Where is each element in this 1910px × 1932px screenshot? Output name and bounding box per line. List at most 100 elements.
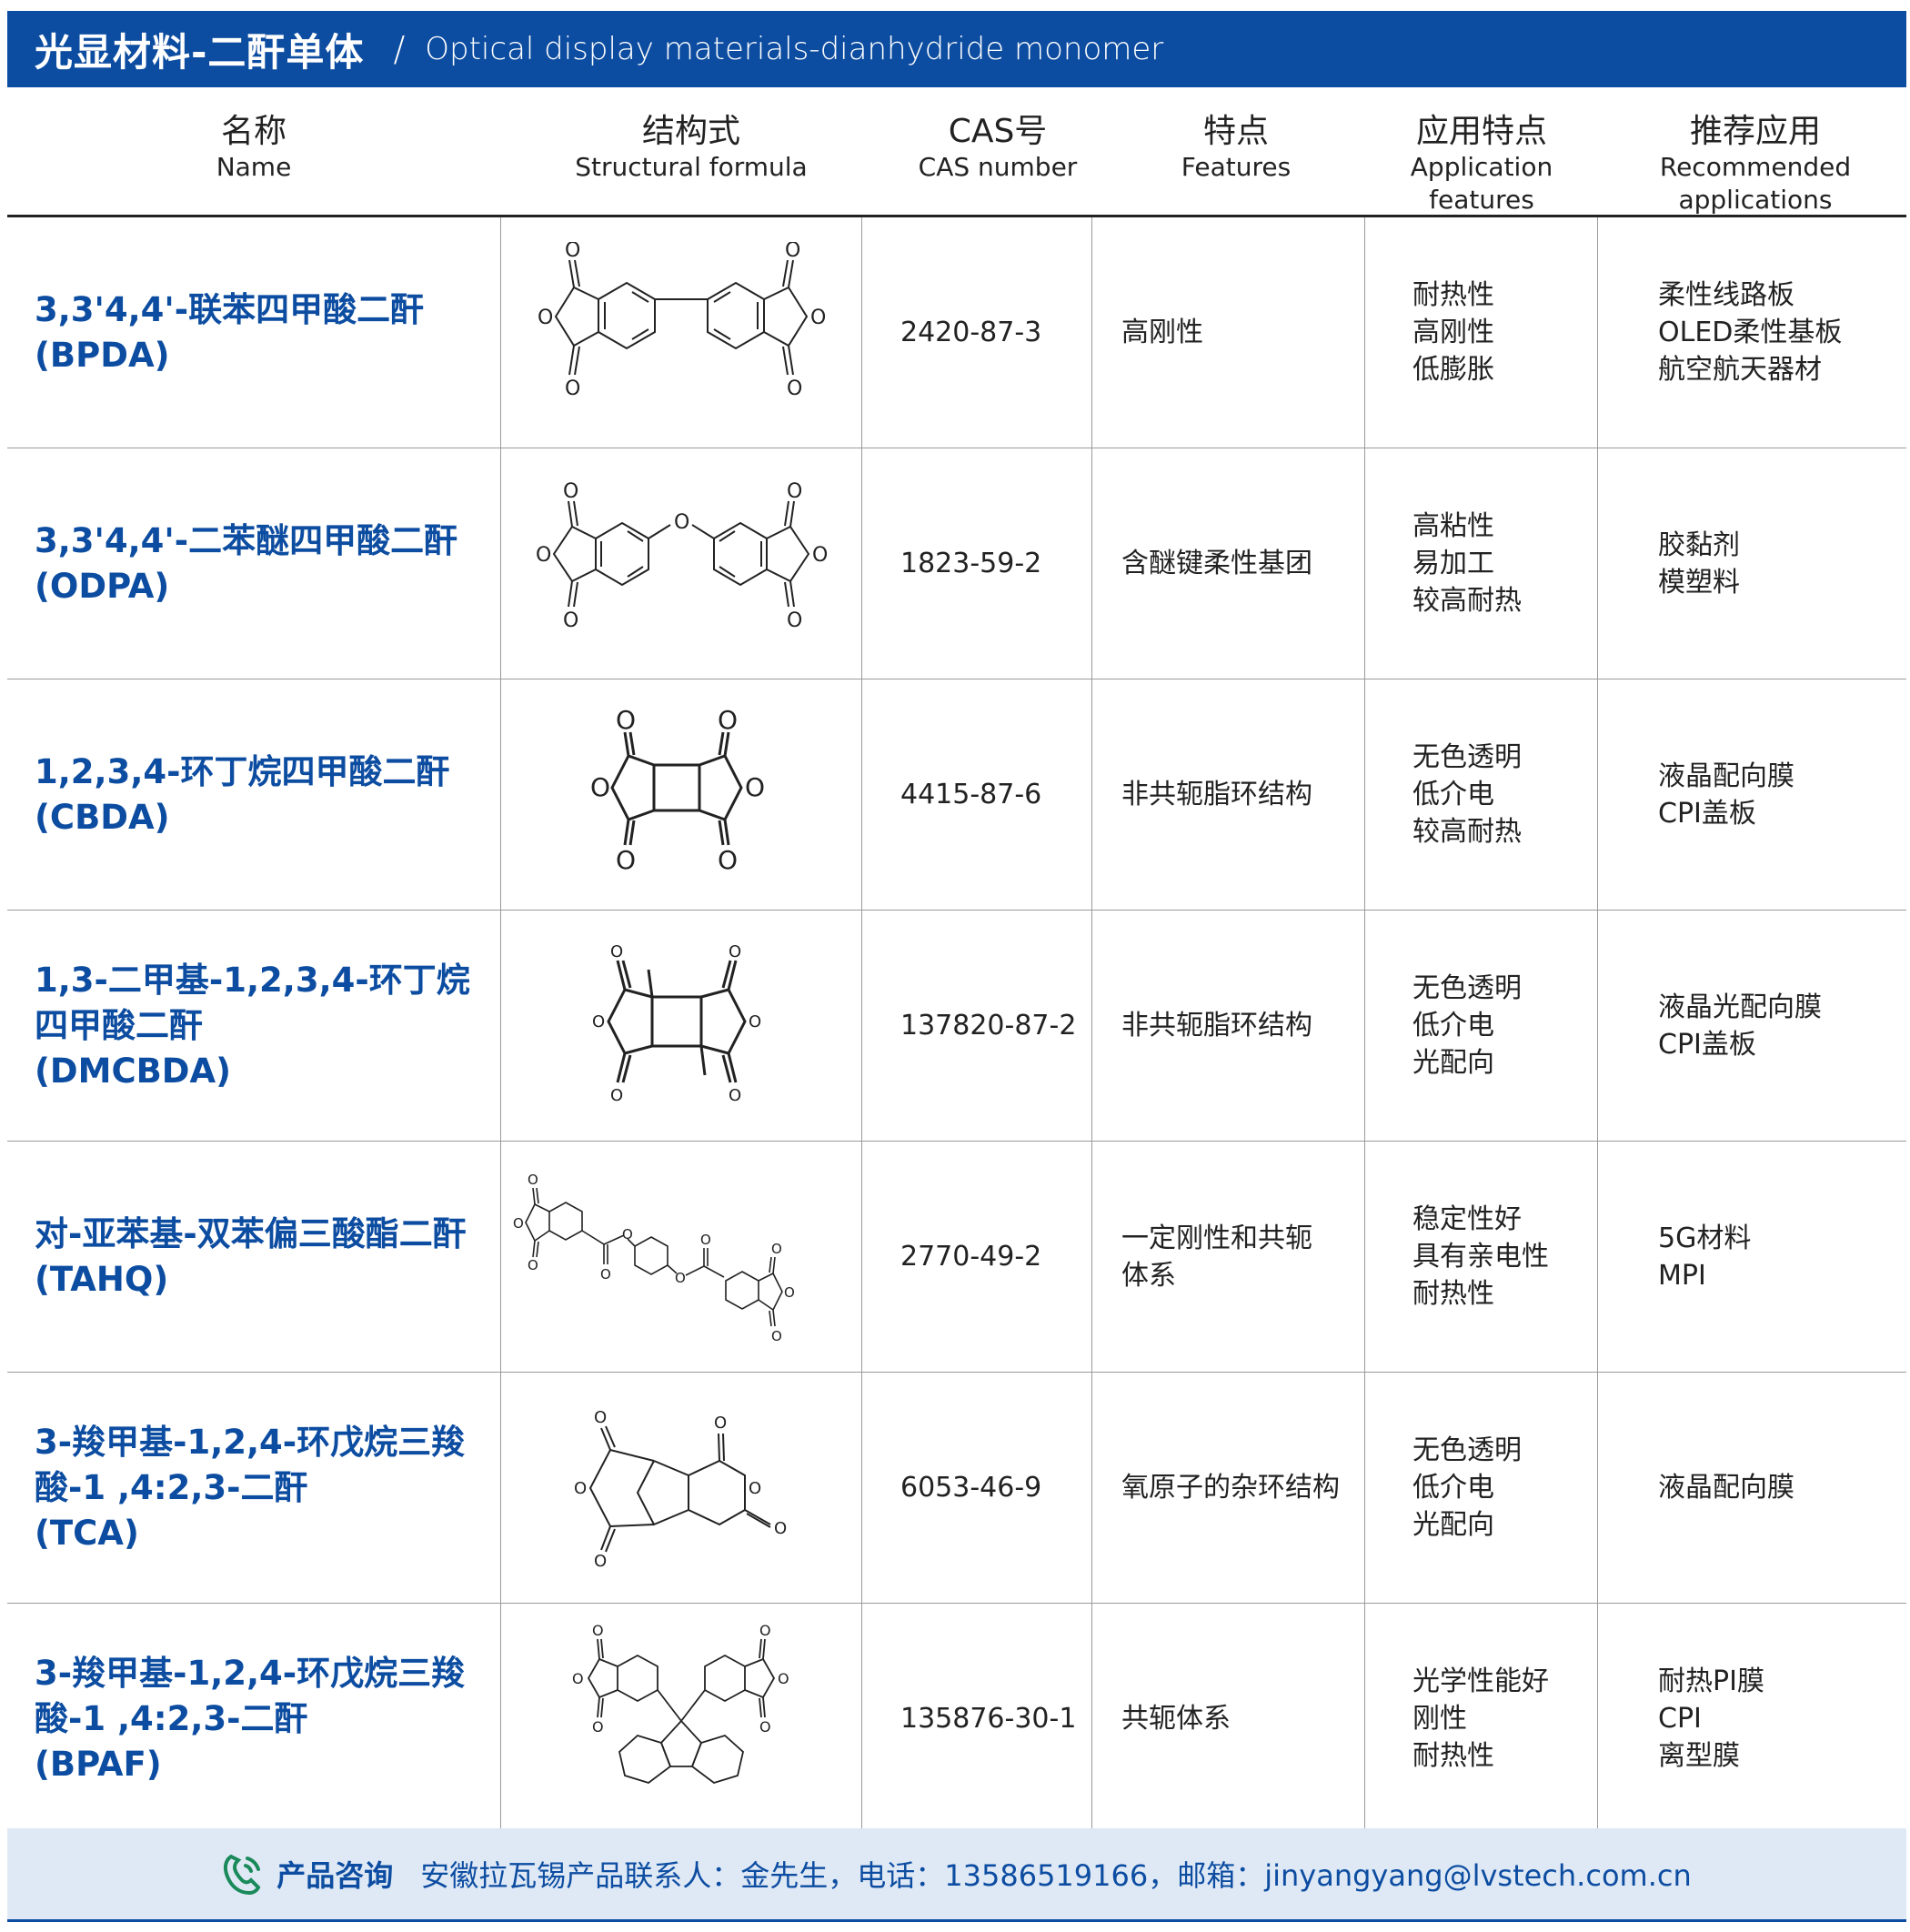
svg-text:O: O [771,1328,782,1344]
svg-text:O: O [536,544,551,567]
compound-name: 四甲酸二酐 [35,1005,203,1045]
application-cell: 无色透明 低介电 光配向 [1364,1373,1597,1603]
column-header-en: Structural formula [575,152,808,182]
compound-abbr: (ODPA) [35,566,170,606]
recommended-text: 柔性线路板 [1658,279,1794,311]
svg-text:O: O [749,1479,761,1498]
name-cell: 3-羧甲基-1,2,4-环戊烷三羧 酸-1 ,4:2,3-二酐 (TCA) [7,1373,500,1603]
recommended-cell: 液晶配向膜 CPI盖板 [1597,679,1906,910]
application-text: 光配向 [1412,1047,1494,1079]
svg-text:O: O [718,845,738,875]
features-cell: 一定刚性和共轭 体系 [1091,1142,1364,1372]
recommended-text: CPI盖板 [1658,1028,1756,1061]
recommended-text: 液晶配向膜 [1658,760,1794,792]
application-cell: 高粘性 易加工 较高耐热 [1364,448,1597,679]
svg-text:O: O [538,307,553,329]
features-cell: 非共轭脂环结构 [1091,679,1364,910]
compound-name: 酸-1 ,4:2,3-二酐 [35,1698,308,1738]
column-header-en: Features [1181,152,1292,182]
name-cell: 3-羧甲基-1,2,4-环戊烷三羧 酸-1 ,4:2,3-二酐 (BPAF) [7,1604,500,1834]
svg-text:O: O [600,1266,611,1283]
structure-bpaf: O O O O O O [572,1622,789,1784]
recommended-cell: 耐热PI膜 CPI 离型膜 [1597,1604,1906,1834]
recommended-cell: 液晶配向膜 [1597,1373,1906,1603]
svg-text:O: O [784,1284,795,1301]
cas-cell: 135876-30-1 [861,1604,1091,1834]
feature-text: 体系 [1121,1259,1176,1292]
recommended-text: OLED柔性基板 [1658,317,1843,348]
cas-cell: 6053-46-9 [861,1373,1091,1603]
feature-text: 高刚性 [1121,317,1203,348]
svg-text:O: O [778,1670,789,1687]
svg-text:O: O [610,942,623,961]
column-header-zh: 推荐应用 [1689,113,1821,150]
application-text: 稳定性好 [1412,1203,1522,1235]
name-cell: 1,2,3,4-环丁烷四甲酸二酐 (CBDA) [7,679,500,910]
recommended-cell: 5G材料 MPI [1597,1142,1906,1372]
svg-text:O: O [528,1172,538,1188]
svg-text:O: O [674,511,689,534]
application-text: 无色透明 [1412,1434,1522,1466]
compound-abbr: (BPAF) [35,1744,162,1784]
application-text: 低介电 [1412,1010,1494,1041]
recommended-text: 5G材料 [1658,1222,1752,1254]
application-cell: 无色透明 低介电 光配向 [1364,911,1597,1141]
cas-cell: 137820-87-2 [861,911,1091,1141]
column-header-zh: 特点 [1202,113,1269,150]
footer-contact-text: 安徽拉瓦锡产品联系人：金先生，电话：13586519166，邮箱：jinyang… [420,1858,1692,1893]
feature-text: 氧原子的杂环结构 [1121,1472,1340,1504]
column-header-zh: 应用特点 [1415,113,1547,150]
feature-text: 非共轭脂环结构 [1121,779,1312,810]
svg-text:O: O [749,1012,761,1031]
svg-text:O: O [729,1086,741,1105]
recommended-text: 航空航天器材 [1658,354,1822,386]
application-text: 易加工 [1412,548,1494,579]
column-header-en: Name [216,152,292,182]
application-text: 无色透明 [1412,972,1522,1004]
recommended-cell: 胶黏剂 模塑料 [1597,448,1906,679]
svg-text:O: O [565,242,580,262]
application-text: 低介电 [1412,779,1494,810]
svg-text:O: O [574,1479,587,1498]
features-cell: 氧原子的杂环结构 [1091,1373,1364,1603]
svg-text:O: O [787,609,802,632]
name-cell: 1,3-二甲基-1,2,3,4-环丁烷 四甲酸二酐 (DMCBDA) [7,911,500,1141]
structure-cell: O O O O O O O [500,448,861,679]
svg-text:O: O [592,1012,605,1031]
application-cell: 耐热性 高刚性 低膨胀 [1364,217,1597,448]
feature-text: 一定刚性和共轭 [1121,1222,1312,1254]
svg-text:O: O [759,1622,771,1639]
compound-name: 3-羧甲基-1,2,4-环戊烷三羧 [35,1653,466,1693]
table-row: 1,3-二甲基-1,2,3,4-环丁烷 四甲酸二酐 (DMCBDA) O O O O… [7,911,1906,1142]
column-header-application: 应用特点 Application features [1359,87,1604,215]
svg-text:O: O [714,1414,727,1433]
compound-name: 对-亚苯基-双苯偏三酸酯二酐 [35,1213,467,1253]
svg-text:O: O [592,1622,604,1639]
recommended-text: CPI盖板 [1658,797,1756,830]
structure-dmcbda: O O O O O O [592,942,761,1105]
column-header-en: Recommended applications [1659,152,1852,215]
svg-text:O: O [563,609,578,632]
name-cell: 3,3'4,4'-二苯醚四甲酸二酐 (ODPA) [7,448,500,679]
column-header-zh: 名称 [220,113,286,150]
banner-title-zh: 光显材料-二酐单体 [35,29,365,75]
footer-label: 产品咨询 [276,1858,394,1893]
recommended-text: CPI [1658,1703,1702,1735]
svg-text:O: O [787,377,802,400]
svg-text:O: O [675,1270,686,1286]
table-row: 3,3'4,4'-二苯醚四甲酸二酐 (ODPA) O OOO OOO 1823-… [7,448,1906,679]
structure-cell: O O O O O O [500,217,861,448]
svg-text:O: O [565,377,580,400]
application-text: 刚性 [1412,1703,1467,1735]
structure-cbda: O O O O O O [590,709,765,875]
svg-text:O: O [590,772,610,802]
monomer-table: 3,3'4,4'-联苯四甲酸二酐 (BPDA) OOO OOO 2420-87-… [7,217,1906,1834]
structure-bpda: O O O O O O [538,242,826,400]
application-text: 具有亲电性 [1412,1241,1549,1273]
recommended-text: 液晶配向膜 [1658,1472,1794,1504]
cas-cell: 2420-87-3 [861,217,1091,448]
cas-cell: 2770-49-2 [861,1142,1091,1372]
table-row: 对-亚苯基-双苯偏三酸酯二酐 (TAHQ) OOO O O O O O O O … [7,1142,1906,1373]
recommended-text: 液晶光配向膜 [1658,991,1822,1023]
compound-name: 3,3'4,4'-联苯四甲酸二酐 [35,289,425,329]
